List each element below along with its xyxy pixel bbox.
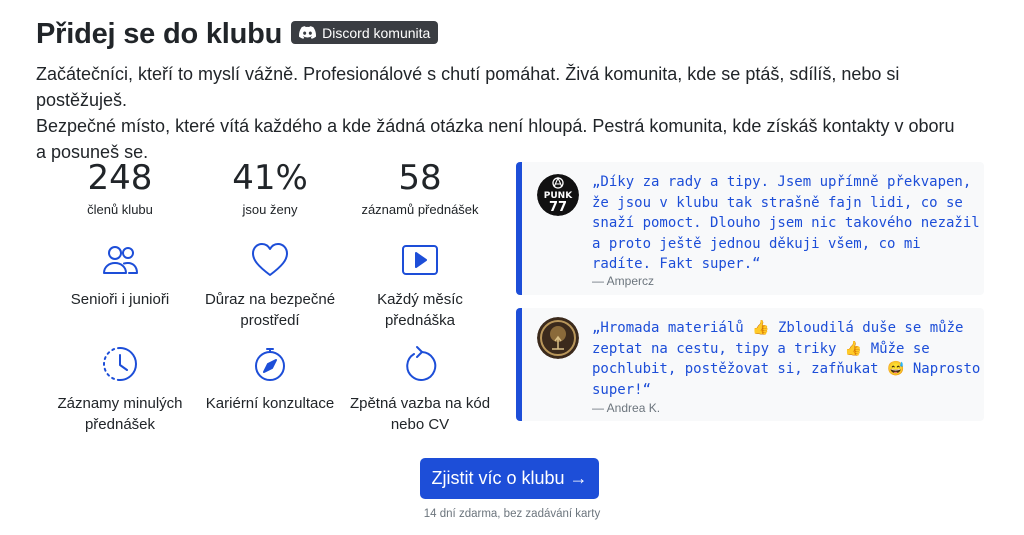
quote-line: pochlubit, postěžovat si, zafňukat 😅 Nap… <box>592 361 981 378</box>
stat-value: 248 <box>87 158 153 198</box>
feature-career-consulting: Kariérní konzultace <box>195 344 345 414</box>
quote-line: že jsou v klubu tak strašně fajn lidi, c… <box>592 194 963 211</box>
intro-line: Bezpečné místo, které vítá každého a kde… <box>36 116 955 136</box>
play-icon <box>400 240 440 280</box>
feature-label: Senioři i junioři <box>45 289 195 310</box>
feature-label-line: prostředí <box>240 312 300 329</box>
feature-label: Kariérní konzultace <box>195 393 345 414</box>
quote-line: zeptat na cestu, tipy a triky 👍 Může se <box>592 340 930 357</box>
feature-label: Zpětná vazba na kód nebo CV <box>345 393 495 435</box>
feature-label-line: přednáška <box>384 312 456 329</box>
stat-members: 248 členů klubu <box>45 158 195 219</box>
testimonial-quote: „Díky za rady a tipy. Jsem upřímně překv… <box>592 172 982 275</box>
discord-icon <box>299 26 317 39</box>
stat-label: záznamů přednášek <box>361 202 479 217</box>
stat-value: 41% <box>232 158 308 198</box>
heart-icon <box>250 240 290 280</box>
feature-recordings: Záznamy minulých přednášek <box>45 344 195 435</box>
feature-label-line: Každý měsíc <box>377 291 463 308</box>
page-title: Přidej se do klubu <box>36 18 283 50</box>
quote-line: snaží pomoct. Dlouho jsem nic takového n… <box>592 215 980 232</box>
stat-women: 41% jsou ženy <box>195 158 345 219</box>
clock-history-icon <box>100 344 140 384</box>
feature-label-line: nebo CV <box>390 416 450 433</box>
quote-line: super!“ <box>592 381 652 398</box>
feature-seniors-juniors: Senioři i junioři <box>45 240 195 310</box>
intro-text: Začátečníci, kteří to myslí vážně. Profe… <box>36 61 976 165</box>
quote-line: radíte. Fakt super.“ <box>592 256 761 273</box>
avatar-text: 77 <box>549 200 567 215</box>
feature-label: Důraz na bezpečné prostředí <box>195 289 345 331</box>
stat-recordings: 58 záznamů přednášek <box>345 158 495 219</box>
learn-more-button[interactable]: Zjistit víc o klubu → <box>420 458 599 499</box>
feature-label: Záznamy minulých přednášek <box>45 393 195 435</box>
stat-label: členů klubu <box>87 202 153 217</box>
discord-badge-label: Discord komunita <box>322 24 431 41</box>
testimonial-card: „Hromada materiálů 👍 Zbloudilá duše se m… <box>516 308 984 421</box>
avatar <box>537 317 579 359</box>
quote-line: „Hromada materiálů 👍 Zbloudilá duše se m… <box>592 320 964 336</box>
feature-label-line: Důraz na bezpečné <box>204 291 336 308</box>
feature-label: Každý měsíc přednáška <box>345 289 495 331</box>
stat-label: jsou ženy <box>242 202 298 217</box>
avatar: PUNK 77 <box>537 174 579 216</box>
testimonial-card: PUNK 77 „Díky za rady a tipy. Jsem upřím… <box>516 162 984 295</box>
feature-label-line: Kariérní konzultace <box>205 395 335 412</box>
intro-line: Začátečníci, kteří to myslí vážně. Profe… <box>36 64 900 110</box>
heading-row: Přidej se do klubu Discord komunita <box>36 18 439 51</box>
feature-code-review: Zpětná vazba na kód nebo CV <box>345 344 495 435</box>
quote-line: „Díky za rady a tipy. Jsem upřímně překv… <box>592 174 972 190</box>
people-icon <box>100 240 140 280</box>
testimonial-quote: „Hromada materiálů 👍 Zbloudilá duše se m… <box>592 318 982 400</box>
quote-line: a proto ještě jednou děkuji všem, co mi <box>592 235 921 252</box>
compass-icon <box>250 344 290 384</box>
refresh-icon <box>400 344 440 384</box>
feature-safe-space: Důraz na bezpečné prostředí <box>195 240 345 331</box>
feature-label-line: Záznamy minulých <box>57 395 183 412</box>
discord-badge[interactable]: Discord komunita <box>291 21 439 44</box>
feature-label-line: přednášek <box>84 416 156 433</box>
testimonial-author: — Ampercz <box>592 274 655 288</box>
cta-note: 14 dní zdarma, bez zadávání karty <box>423 508 601 520</box>
stat-value: 58 <box>398 158 442 198</box>
feature-label-line: Zpětná vazba na kód <box>349 395 491 412</box>
feature-monthly-talk: Každý měsíc přednáška <box>345 240 495 331</box>
testimonial-author: — Andrea K. <box>592 401 661 415</box>
feature-label-line: Senioři i junioři <box>70 291 170 308</box>
